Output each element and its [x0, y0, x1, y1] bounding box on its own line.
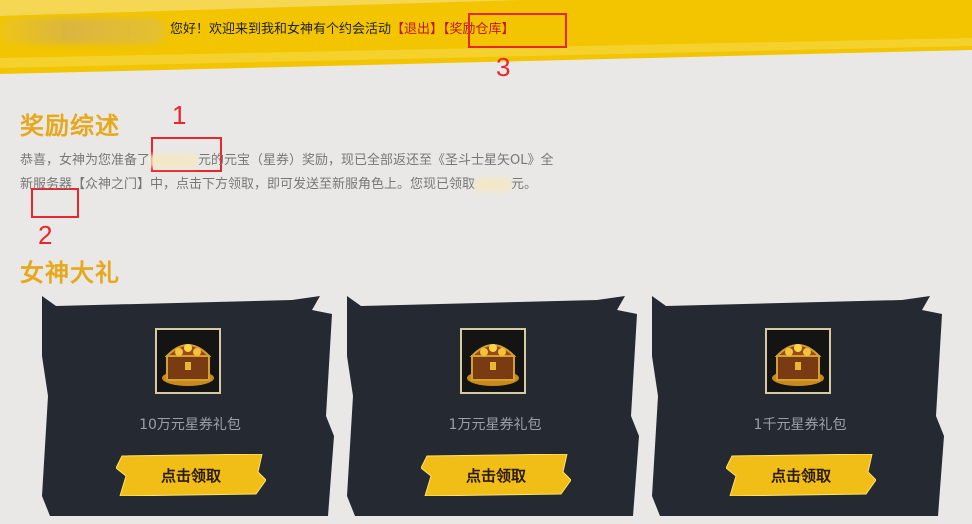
gift-card: 10万元星券礼包 点击领取 — [42, 296, 338, 516]
gift-card: 1万元星券礼包 点击领取 — [347, 296, 643, 516]
username-redacted — [0, 18, 165, 44]
gift-label: 1万元星券礼包 — [448, 417, 542, 433]
annotation-number-2: 2 — [38, 220, 53, 250]
claim-button-label: 点击领取 — [770, 466, 831, 485]
logout-link[interactable]: 【退出】 — [391, 22, 443, 37]
summary-title: 奖励综述 — [20, 112, 120, 140]
summary-text: 恭喜，女神为您准备了 元的元宝（星券）奖励，现已全部返还至《圣斗士星矢OL》全新服… — [20, 149, 555, 197]
treasure-chest-icon — [155, 328, 221, 394]
summary-text-part1: 恭喜，女神为您准备了 — [20, 153, 151, 168]
gifts-title: 女神大礼 — [20, 259, 120, 287]
treasure-chest-icon — [460, 328, 526, 394]
summary-text-part3: 元。 — [511, 177, 538, 192]
gift-label: 1千元星券礼包 — [753, 417, 847, 433]
amount-redacted — [150, 153, 199, 168]
gift-card: 1千元星券礼包 点击领取 — [652, 296, 948, 516]
welcome-bar: 您好！欢迎来到我和女神有个约会活动【退出】【奖励仓库】 — [170, 20, 515, 40]
claim-button[interactable]: 点击领取 — [421, 454, 571, 496]
claim-button-label: 点击领取 — [465, 466, 526, 485]
claim-button[interactable]: 点击领取 — [726, 454, 876, 496]
gift-label: 10万元星券礼包 — [139, 417, 241, 433]
claimed-amount-redacted — [475, 177, 512, 192]
claim-button[interactable]: 点击领取 — [116, 454, 266, 496]
claim-button-label: 点击领取 — [160, 466, 221, 485]
annotation-number-1: 1 — [172, 100, 187, 130]
greeting-text: 您好！欢迎来到我和女神有个约会活动 — [170, 22, 392, 37]
annotation-box-3 — [468, 13, 567, 48]
treasure-chest-icon — [765, 328, 831, 394]
annotation-number-3: 3 — [496, 52, 511, 82]
